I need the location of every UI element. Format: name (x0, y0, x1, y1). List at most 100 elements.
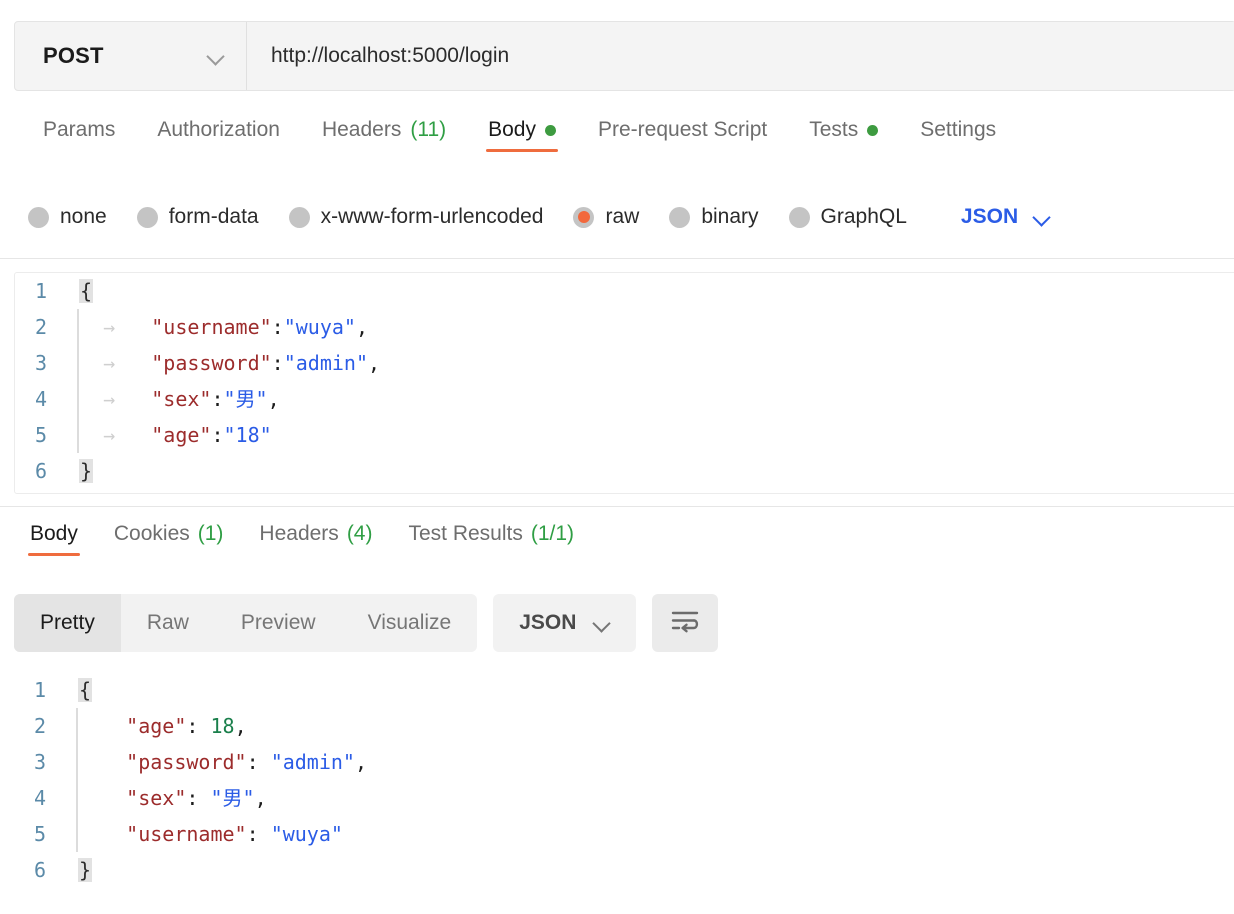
code-token: "wuya" (283, 315, 356, 339)
request-tab-label: Params (43, 118, 116, 141)
code-token: { (79, 279, 94, 303)
request-tab-body[interactable]: Body (467, 112, 577, 162)
code-token: "18" (223, 423, 272, 447)
code-token: : (246, 822, 271, 846)
code-token: "age" (126, 714, 187, 738)
line-number: 1 (34, 279, 47, 303)
code-token: "password" (151, 351, 272, 375)
code-text: "password": "admin", (78, 744, 367, 780)
request-tab-params[interactable]: Params (22, 112, 136, 162)
code-token: 18 (210, 714, 235, 738)
code-token: , (354, 750, 368, 774)
http-method-dropdown[interactable]: POST (15, 22, 247, 90)
line-number: 6 (33, 858, 46, 882)
response-language-dropdown[interactable]: JSON (493, 594, 637, 652)
request-tab-headers[interactable]: Headers (11) (301, 112, 467, 162)
radio-button-icon (788, 206, 810, 228)
code-token: "admin" (283, 351, 369, 375)
code-line: 6} (14, 852, 1220, 888)
code-text: "sex": "男", (78, 780, 266, 816)
response-tab-label: Body (30, 522, 78, 545)
body-type-radio-raw[interactable]: raw (573, 205, 639, 229)
response-tab-body[interactable]: Body (12, 516, 96, 564)
unsaved-changes-dot-icon (867, 124, 879, 136)
code-token: "sex" (151, 387, 212, 411)
request-url-input[interactable]: http://localhost:5000/login (247, 22, 1234, 90)
line-number: 1 (33, 678, 46, 702)
radio-button-icon (573, 206, 595, 228)
request-tab-tests[interactable]: Tests (788, 112, 899, 162)
url-bar-container: POST http://localhost:5000/login (14, 21, 1234, 91)
response-view-preview[interactable]: Preview (215, 594, 342, 652)
request-body-type-row: none form-data x-www-form-urlencoded raw bin… (0, 190, 1234, 244)
radio-button-icon (288, 206, 310, 228)
request-body-language-label: JSON (960, 205, 1019, 228)
body-type-radio-GraphQL[interactable]: GraphQL (788, 205, 907, 229)
code-token: "age" (151, 423, 212, 447)
response-tab-cookies[interactable]: Cookies (1) (96, 516, 242, 564)
code-token: "男" (210, 786, 255, 810)
tab-arrow-icon: → (79, 315, 152, 339)
code-token: : (211, 423, 224, 447)
body-type-radio-none[interactable]: none (28, 205, 107, 229)
code-line: 3 "password": "admin", (14, 744, 1220, 780)
code-text: } (79, 453, 94, 489)
wrap-lines-icon (670, 608, 700, 639)
code-token: "username" (151, 315, 272, 339)
request-body-editor[interactable]: 1{2 → "username":"wuya", 3 → "password":"… (14, 272, 1234, 494)
code-token: , (234, 714, 247, 738)
code-text: "age": 18, (78, 708, 247, 744)
http-method-label: POST (43, 43, 104, 68)
response-view-raw[interactable]: Raw (121, 594, 215, 652)
request-url-bar: POST http://localhost:5000/login (0, 0, 1234, 108)
body-type-radio-x-www-form-urlencoded[interactable]: x-www-form-urlencoded (288, 205, 544, 229)
response-tab-headers[interactable]: Headers (4) (241, 516, 390, 564)
response-tab-test-results[interactable]: Test Results (1/1) (390, 516, 592, 564)
line-number: 4 (33, 786, 46, 810)
request-tab-pre-request-script[interactable]: Pre-request Script (577, 112, 788, 162)
response-tab-label: Cookies (113, 522, 190, 545)
wrap-lines-button[interactable] (652, 594, 719, 652)
chevron-down-icon (594, 615, 610, 631)
request-tab-label: Settings (920, 118, 997, 141)
code-token: } (78, 858, 93, 882)
radio-button-icon (669, 206, 691, 228)
line-number: 6 (34, 459, 47, 483)
request-tab-label: Pre-request Script (598, 118, 768, 141)
line-number: 2 (33, 714, 46, 738)
response-view-pretty[interactable]: Pretty (14, 594, 121, 652)
active-tab-underline (28, 553, 80, 556)
response-view-visualize[interactable]: Visualize (342, 594, 478, 652)
request-tab-label: Tests (809, 118, 859, 141)
code-line: 1{ (15, 273, 1234, 309)
tab-arrow-icon: → (79, 423, 152, 447)
request-tab-authorization[interactable]: Authorization (136, 112, 301, 162)
line-number: 4 (34, 387, 47, 411)
body-type-radio-binary[interactable]: binary (669, 205, 759, 229)
code-text: → "username":"wuya", (79, 309, 368, 345)
response-tab-bar: Body Cookies (1) Headers (4) Test Results (1/1… (0, 516, 1234, 576)
code-line: 4 "sex": "男", (14, 780, 1220, 816)
response-language-label: JSON (519, 611, 577, 634)
request-url-text: http://localhost:5000/login (271, 44, 510, 67)
code-text: → "sex":"男", (79, 381, 280, 417)
body-type-label: x-www-form-urlencoded (320, 205, 544, 228)
code-token: : (186, 714, 211, 738)
line-number: 2 (34, 315, 47, 339)
code-token: { (78, 678, 93, 702)
code-line: 2 → "username":"wuya", (15, 309, 1234, 345)
request-tab-settings[interactable]: Settings (899, 112, 1017, 162)
response-body-editor[interactable]: 1{2 "age": 18, 3 "password": "admin", 4 "s… (14, 672, 1220, 894)
body-type-label: none (60, 205, 107, 228)
code-line: 4 → "sex":"男", (15, 381, 1234, 417)
radio-button-icon (28, 206, 49, 228)
code-line: 3 → "password":"admin", (15, 345, 1234, 381)
code-line: 2 "age": 18, (14, 708, 1220, 744)
code-token: : (271, 351, 284, 375)
request-body-language-dropdown[interactable]: JSON (961, 205, 1050, 229)
body-type-radio-form-data[interactable]: form-data (136, 205, 259, 229)
